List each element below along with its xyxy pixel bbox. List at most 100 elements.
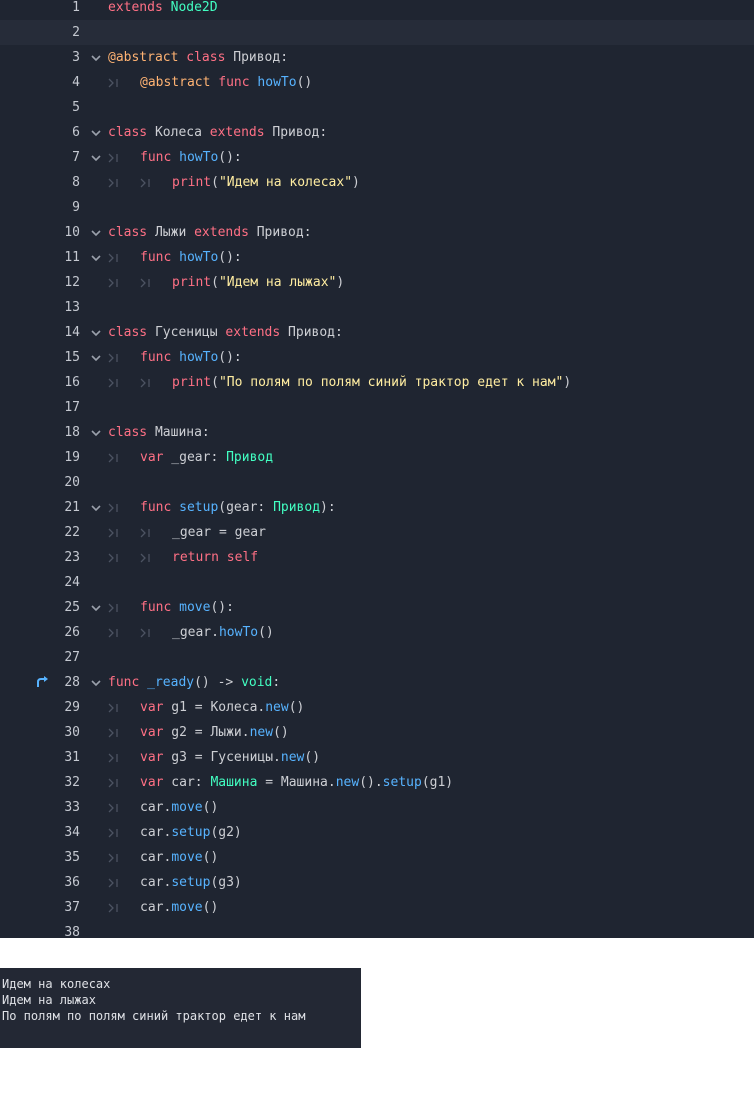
line-number[interactable]: 27 bbox=[0, 645, 80, 670]
fold-chevron-icon[interactable] bbox=[90, 52, 102, 64]
line-number[interactable]: 38 bbox=[0, 920, 80, 938]
code-line[interactable]: 32 var car: Машина = Машина.new().setup(g… bbox=[0, 770, 754, 795]
line-number[interactable]: 33 bbox=[0, 795, 80, 820]
code-line[interactable]: 33 car.move() bbox=[0, 795, 754, 820]
code-line[interactable]: 7 func howTo(): bbox=[0, 145, 754, 170]
line-number[interactable]: 37 bbox=[0, 895, 80, 920]
code-line[interactable]: 14 class Гусеницы extends Привод: bbox=[0, 320, 754, 345]
line-number[interactable]: 36 bbox=[0, 870, 80, 895]
line-number[interactable]: 3 bbox=[0, 45, 80, 70]
fold-chevron-icon[interactable] bbox=[90, 602, 102, 614]
line-number[interactable]: 6 bbox=[0, 120, 80, 145]
line-number[interactable]: 29 bbox=[0, 695, 80, 720]
fold-chevron-icon[interactable] bbox=[90, 127, 102, 139]
code-line[interactable]: 35 car.move() bbox=[0, 845, 754, 870]
line-number[interactable]: 17 bbox=[0, 395, 80, 420]
code-line[interactable]: 25 func move(): bbox=[0, 595, 754, 620]
code-line[interactable]: 26 _gear.howTo() bbox=[0, 620, 754, 645]
code-line[interactable]: 1 extends Node2D bbox=[0, 0, 754, 20]
fold-chevron-icon[interactable] bbox=[90, 252, 102, 264]
code-line[interactable]: 24 bbox=[0, 570, 754, 595]
line-number[interactable]: 24 bbox=[0, 570, 80, 595]
code-line[interactable]: 12 print("Идем на лыжах") bbox=[0, 270, 754, 295]
code-line[interactable]: 3 @abstract class Привод: bbox=[0, 45, 754, 70]
line-number[interactable]: 26 bbox=[0, 620, 80, 645]
fold-chevron-icon[interactable] bbox=[90, 677, 102, 689]
code-line[interactable]: 38 bbox=[0, 920, 754, 938]
line-number[interactable]: 30 bbox=[0, 720, 80, 745]
code-line[interactable]: 36 car.setup(g3) bbox=[0, 870, 754, 895]
code-line[interactable]: 19 var _gear: Привод bbox=[0, 445, 754, 470]
line-number[interactable]: 15 bbox=[0, 345, 80, 370]
code-line[interactable]: 30 var g2 = Лыжи.new() bbox=[0, 720, 754, 745]
line-number[interactable]: 9 bbox=[0, 195, 80, 220]
code-line[interactable]: 9 bbox=[0, 195, 754, 220]
fold-chevron-icon[interactable] bbox=[90, 152, 102, 164]
line-number[interactable]: 35 bbox=[0, 845, 80, 870]
tab-indent-icon bbox=[140, 520, 172, 545]
code-line[interactable]: 29 var g1 = Колеса.new() bbox=[0, 695, 754, 720]
code-line[interactable]: 8 print("Идем на колесах") bbox=[0, 170, 754, 195]
fold-chevron-icon[interactable] bbox=[90, 327, 102, 339]
fold-chevron-icon[interactable] bbox=[90, 502, 102, 514]
line-number[interactable]: 2 bbox=[0, 20, 80, 45]
code-line[interactable]: 10 class Лыжи extends Привод: bbox=[0, 220, 754, 245]
code-line[interactable]: 27 bbox=[0, 645, 754, 670]
fold-chevron-icon[interactable] bbox=[90, 427, 102, 439]
code-token: g1 = Колеса. bbox=[163, 700, 266, 715]
code-line[interactable]: 31 var g3 = Гусеницы.new() bbox=[0, 745, 754, 770]
code-line[interactable]: 11 func howTo(): bbox=[0, 245, 754, 270]
override-arrow-icon[interactable] bbox=[35, 674, 50, 689]
line-number[interactable]: 19 bbox=[0, 445, 80, 470]
line-number[interactable]: 32 bbox=[0, 770, 80, 795]
line-number[interactable]: 4 bbox=[0, 70, 80, 95]
line-number[interactable]: 22 bbox=[0, 520, 80, 545]
code-token: move bbox=[171, 900, 203, 915]
code-line[interactable]: 28 func _ready() -> void: bbox=[0, 670, 754, 695]
line-number[interactable]: 11 bbox=[0, 245, 80, 270]
code-line[interactable]: 13 bbox=[0, 295, 754, 320]
code-line[interactable]: 22 _gear = gear bbox=[0, 520, 754, 545]
line-number[interactable]: 8 bbox=[0, 170, 80, 195]
line-number[interactable]: 25 bbox=[0, 595, 80, 620]
code-line[interactable]: 20 bbox=[0, 470, 754, 495]
line-number[interactable]: 18 bbox=[0, 420, 80, 445]
code-line[interactable]: 18 class Машина: bbox=[0, 420, 754, 445]
code-token: howTo bbox=[257, 75, 297, 90]
code-line[interactable]: 23 return self bbox=[0, 545, 754, 570]
code-line[interactable]: 16 print("По полям по полям синий трактор… bbox=[0, 370, 754, 395]
code-line[interactable]: 17 bbox=[0, 395, 754, 420]
code-line[interactable]: 2 bbox=[0, 20, 754, 45]
line-number[interactable]: 1 bbox=[0, 0, 80, 20]
fold-chevron-icon[interactable] bbox=[90, 352, 102, 364]
code-line[interactable]: 37 car.move() bbox=[0, 895, 754, 920]
line-number[interactable]: 21 bbox=[0, 495, 80, 520]
line-number[interactable]: 31 bbox=[0, 745, 80, 770]
code-token: func bbox=[140, 500, 172, 515]
line-number[interactable]: 12 bbox=[0, 270, 80, 295]
line-number[interactable]: 20 bbox=[0, 470, 80, 495]
line-number[interactable]: 7 bbox=[0, 145, 80, 170]
code-token: @abstract bbox=[140, 75, 211, 90]
code-line[interactable]: 4 @abstract func howTo() bbox=[0, 70, 754, 95]
code-token: var bbox=[140, 750, 164, 765]
code-token: Привод: bbox=[225, 50, 289, 65]
code-token: return bbox=[172, 550, 219, 565]
code-line[interactable]: 5 bbox=[0, 95, 754, 120]
code-token: () bbox=[296, 75, 313, 90]
line-number[interactable]: 34 bbox=[0, 820, 80, 845]
code-token: () bbox=[304, 750, 321, 765]
code-line[interactable]: 21 func setup(gear: Привод): bbox=[0, 495, 754, 520]
line-number[interactable]: 10 bbox=[0, 220, 80, 245]
code-line[interactable]: 15 func howTo(): bbox=[0, 345, 754, 370]
line-number[interactable]: 5 bbox=[0, 95, 80, 120]
code-editor[interactable]: 1 extends Node2D 2 3 @abstract class Привод:… bbox=[0, 0, 754, 938]
fold-chevron-icon[interactable] bbox=[90, 227, 102, 239]
code-line[interactable]: 34 car.setup(g2) bbox=[0, 820, 754, 845]
line-number[interactable]: 14 bbox=[0, 320, 80, 345]
line-number[interactable]: 16 bbox=[0, 370, 80, 395]
line-number[interactable]: 13 bbox=[0, 295, 80, 320]
line-number[interactable]: 23 bbox=[0, 545, 80, 570]
code-line[interactable]: 6 class Колеса extends Привод: bbox=[0, 120, 754, 145]
